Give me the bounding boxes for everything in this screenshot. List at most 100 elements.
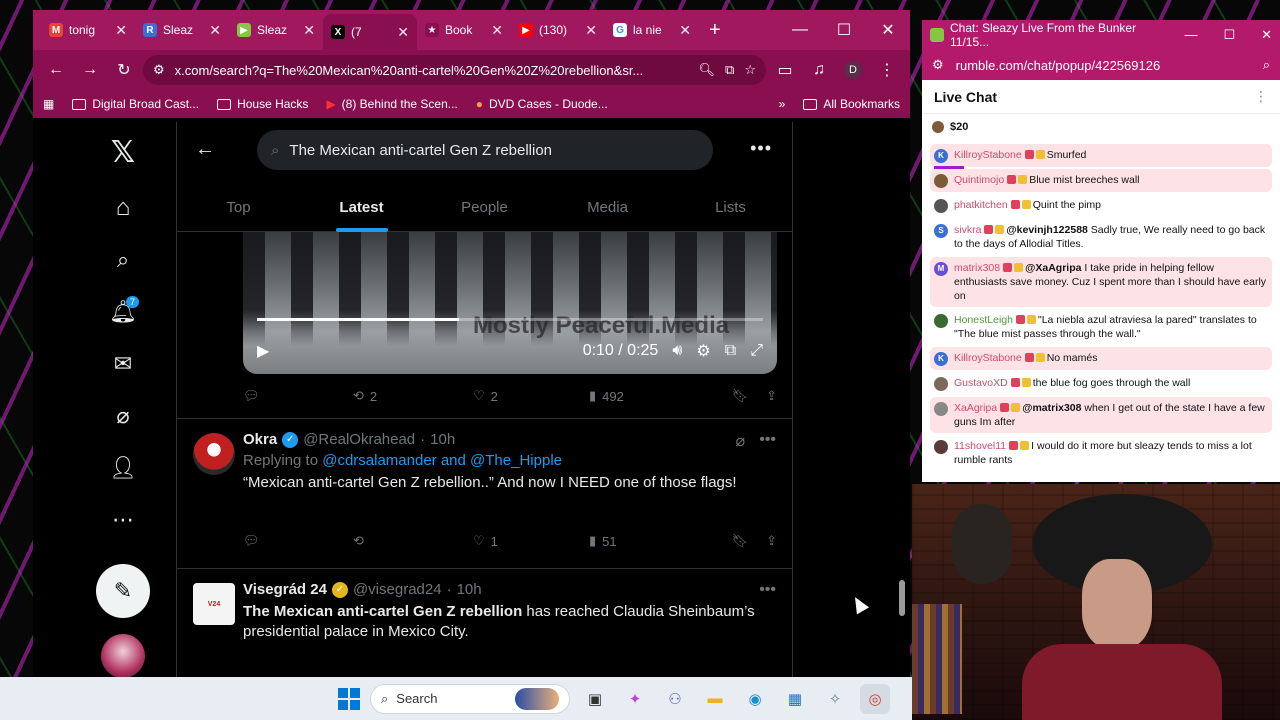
tweet-time[interactable]: 10h [430,431,455,448]
chat-username[interactable]: HonestLeigh [954,314,1013,326]
tab-top[interactable]: Top [177,182,300,232]
file-explorer-icon[interactable]: ▬ [700,684,730,714]
chat-username[interactable]: phatkitchen [954,199,1008,211]
forward-button[interactable]: → [75,55,105,85]
browser-tab[interactable]: ▶ (130) ✕ [511,14,605,46]
notifications-bell-icon[interactable]: 🔔︎ 7 [105,294,141,330]
chat-user-avatar[interactable] [934,402,948,416]
browser-tab[interactable]: Mtonig ✕ [41,14,135,46]
explore-search-icon[interactable]: ⌕ [105,242,141,278]
search-icon[interactable]: ⌕ [1263,57,1270,73]
chat-mention[interactable]: @kevinjh122588 [1006,224,1087,236]
reply-mention-link[interactable]: @The_Hipple [470,452,562,469]
new-tab-button[interactable]: + [709,19,721,42]
bookmark-item[interactable]: ▶ (8) Behind the Scen... [326,97,457,111]
x-logo-icon[interactable]: 𝕏 [105,134,141,170]
tab-latest[interactable]: Latest [300,182,423,232]
repost-button[interactable]: ⟲ [353,533,473,549]
chat-user-avatar[interactable]: K [934,352,948,366]
tab-close-icon[interactable]: ✕ [491,22,503,39]
maximize-button[interactable]: ☐ [1223,27,1235,43]
teams-icon[interactable]: ⚇ [660,684,690,714]
bookmark-item[interactable]: Digital Broad Cast... [72,97,199,111]
tab-people[interactable]: People [423,182,546,232]
browser-tab[interactable]: X (7 ✕ [323,14,417,50]
tweet-avatar[interactable]: V24 [193,583,235,625]
media-controls-icon[interactable]: ♫ [804,55,834,85]
cast-icon[interactable]: ▭ [770,55,800,85]
grok-icon[interactable]: ⌀ [105,398,141,434]
taskbar-search[interactable]: ⌕ Search [370,683,570,714]
chat-user-avatar[interactable] [934,440,948,454]
minimize-button[interactable]: — [1184,27,1197,43]
chat-username[interactable]: matrix308 [954,262,1000,274]
browser-tab[interactable]: Gla nie ✕ [605,14,699,46]
chat-mention[interactable]: @XaAgripa [1025,262,1081,274]
video-player[interactable]: Mostly Peaceful.Media ▶ 0:10 / 0:25 🔊︎ ⚙… [243,232,777,374]
reload-button[interactable]: ↻ [109,55,139,85]
messages-mail-icon[interactable]: ✉ [105,346,141,382]
bookmark-star-icon[interactable]: ☆ [744,62,756,78]
site-info-icon[interactable]: ⚙ [153,62,165,78]
profile-person-icon[interactable]: 👤︎ [105,450,141,486]
bookmark-item[interactable]: ● DVD Cases - Duode... [476,97,608,111]
chat-menu-icon[interactable]: ⋮ [1254,88,1268,105]
volume-icon[interactable]: 🔊︎ [672,342,682,360]
more-bookmarks-icon[interactable]: » [779,97,786,111]
tweet[interactable]: V24 ••• Visegrád 24 ✓ @visegrad24 · 10h … [177,568,792,677]
account-avatar[interactable] [101,634,145,677]
reply-button[interactable]: 💬︎ [243,533,353,549]
chat-username[interactable]: KillroyStabone [954,352,1022,364]
tab-media[interactable]: Media [546,182,669,232]
post-compose-button[interactable]: ✎ [96,564,150,618]
like-button[interactable]: ♡ 1 [473,533,589,549]
tweet-handle[interactable]: @visegrad24 [353,581,442,598]
fullscreen-icon[interactable]: ⤢ [750,342,763,360]
tab-close-icon[interactable]: ✕ [397,24,409,41]
zoom-icon[interactable]: 🔍︎ [699,62,716,78]
close-button[interactable]: ✕ [866,10,910,50]
site-info-icon[interactable]: ⚙ [932,57,944,73]
tab-close-icon[interactable]: ✕ [115,22,127,39]
tweet-author-name[interactable]: Okra [243,431,277,448]
store-icon[interactable]: ▦ [780,684,810,714]
chat-user-avatar[interactable] [934,314,948,328]
tweet-avatar[interactable] [193,433,235,475]
views-button[interactable]: ▮ 492 [589,388,719,404]
minimize-button[interactable]: — [778,10,822,50]
tweet[interactable]: ⌀ ••• Okra ✓ @RealOkrahead · 10h Replying… [177,418,792,568]
install-icon[interactable]: ⧉ [725,62,734,78]
x-search-input[interactable]: ⌕ The Mexican anti-cartel Gen Z rebellio… [257,130,713,170]
chat-username[interactable]: sivkra [954,224,981,236]
reply-mention-link[interactable]: @cdrsalamander [322,452,436,469]
chat-user-avatar[interactable]: K [934,149,948,163]
profile-avatar[interactable]: D [838,55,868,85]
browser-tab[interactable]: ★ Book ✕ [417,14,511,46]
more-circle-icon[interactable]: ⋯ [105,502,141,538]
video-progress-bar[interactable] [257,318,763,321]
bookmark-icon[interactable]: 🔖︎ [732,533,749,549]
tab-close-icon[interactable]: ✕ [303,22,315,39]
copilot-icon[interactable]: ✦ [620,684,650,714]
chat-username[interactable]: GustavoXD [954,377,1008,389]
pip-icon[interactable]: ⧉ [725,342,736,360]
edge-icon[interactable]: ◉ [740,684,770,714]
tweet-author-name[interactable]: Visegrád 24 [243,581,327,598]
maximize-button[interactable]: ☐ [822,10,866,50]
reply-button[interactable]: 💬︎ [243,388,353,404]
task-view-icon[interactable]: ▣ [580,684,610,714]
play-icon[interactable]: ▶ [257,341,269,361]
chat-user-avatar[interactable] [934,199,948,213]
like-button[interactable]: ♡ 2 [473,388,589,404]
chat-user-avatar[interactable] [934,174,948,188]
bookmark-item[interactable]: House Hacks [217,97,308,111]
repost-button[interactable]: ⟲ 2 [353,388,473,404]
settings-gear-icon[interactable]: ⚙ [696,341,710,361]
tab-close-icon[interactable]: ✕ [585,22,597,39]
address-bar[interactable]: ⚙ x.com/search?q=The%20Mexican%20anti-ca… [143,55,766,85]
chat-user-avatar[interactable]: S [934,224,948,238]
views-button[interactable]: ▮ 51 [589,533,719,549]
tweet-time[interactable]: 10h [457,581,482,598]
search-options-icon[interactable]: ••• [750,138,772,159]
chat-username[interactable]: Quintimojo [954,174,1004,186]
